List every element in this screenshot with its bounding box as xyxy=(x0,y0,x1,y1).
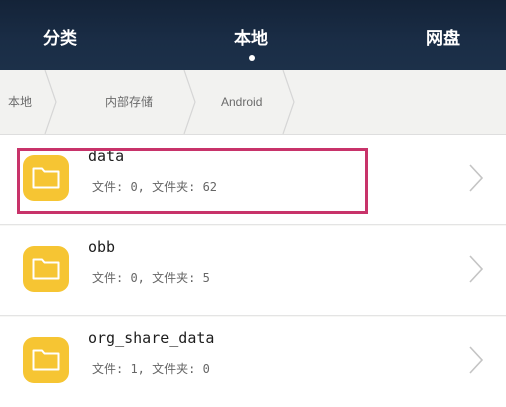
divider xyxy=(0,315,506,316)
chevron-right-icon xyxy=(469,255,484,283)
folder-name: obb xyxy=(88,238,116,256)
breadcrumb-separator-icon xyxy=(44,70,57,134)
list-item[interactable]: data 文件: 0, 文件夹: 62 xyxy=(0,135,506,225)
breadcrumb: 本地 内部存储 Android xyxy=(0,70,506,135)
folder-name: data xyxy=(88,147,125,165)
tab-category[interactable]: 分类 xyxy=(43,26,77,52)
tab-local[interactable]: 本地 xyxy=(234,26,268,52)
tab-cloud-drive[interactable]: 网盘 xyxy=(426,26,460,52)
folder-icon xyxy=(23,337,69,383)
folder-icon xyxy=(23,246,69,292)
active-tab-indicator xyxy=(249,55,255,61)
breadcrumb-android[interactable]: Android xyxy=(221,92,262,112)
breadcrumb-internal-storage[interactable]: 内部存储 xyxy=(105,92,153,112)
breadcrumb-local[interactable]: 本地 xyxy=(8,92,32,112)
breadcrumb-separator-icon xyxy=(183,70,196,134)
top-tab-bar: 分类 本地 网盘 xyxy=(0,0,506,70)
breadcrumb-separator-icon xyxy=(282,70,295,134)
folder-name: org_share_data xyxy=(88,329,215,347)
divider xyxy=(0,224,506,225)
chevron-right-icon xyxy=(469,164,484,192)
folder-meta: 文件: 0, 文件夹: 5 xyxy=(92,271,210,285)
folder-icon xyxy=(23,155,69,201)
list-item[interactable]: obb 文件: 0, 文件夹: 5 xyxy=(0,226,506,316)
folder-meta: 文件: 0, 文件夹: 62 xyxy=(92,180,218,194)
chevron-right-icon xyxy=(469,346,484,374)
list-item[interactable]: org_share_data 文件: 1, 文件夹: 0 xyxy=(0,317,506,407)
folder-meta: 文件: 1, 文件夹: 0 xyxy=(92,362,210,376)
